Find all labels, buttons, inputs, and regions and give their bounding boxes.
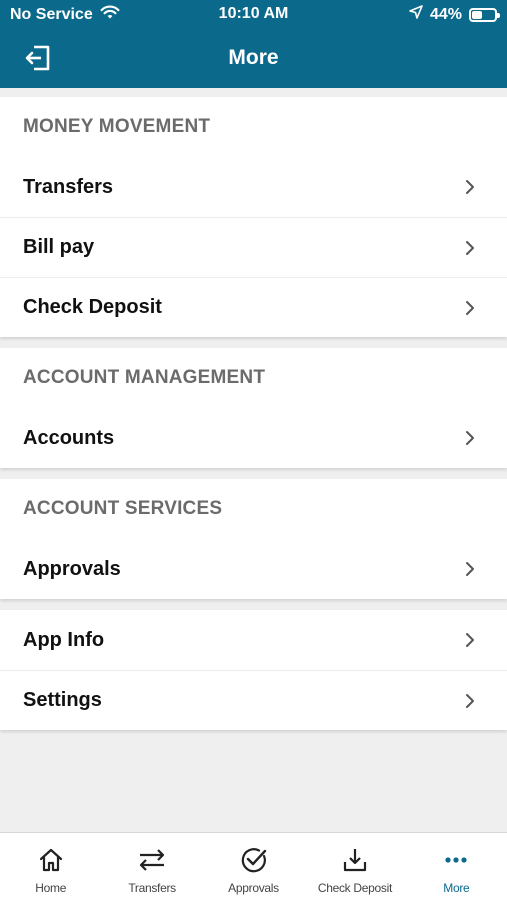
chevron-right-icon	[463, 299, 477, 317]
chevron-right-icon	[463, 239, 477, 257]
more-dots-icon	[441, 845, 471, 875]
transfer-arrows-icon	[137, 845, 167, 875]
money-movement-section: MONEY MOVEMENT Transfers Bill pay Check …	[0, 97, 507, 337]
account-management-section: ACCOUNT MANAGEMENT Accounts	[0, 348, 507, 468]
check-circle-icon	[239, 845, 269, 875]
bottom-tab-bar: Home Transfers Approvals Check Deposit M…	[0, 832, 507, 900]
menu-item-check-deposit[interactable]: Check Deposit	[0, 277, 507, 337]
section-title: MONEY MOVEMENT	[23, 116, 211, 137]
menu-item-label: Settings	[23, 689, 102, 711]
tab-label: Transfers	[128, 881, 176, 895]
chevron-right-icon	[463, 560, 477, 578]
tab-label: Home	[35, 881, 67, 895]
menu-item-label: Approvals	[23, 557, 121, 580]
menu-item-accounts[interactable]: Accounts	[0, 408, 507, 468]
location-arrow-icon	[409, 5, 423, 24]
download-tray-icon	[340, 845, 370, 875]
misc-section: App Info Settings	[0, 610, 507, 730]
tab-check-deposit[interactable]: Check Deposit	[304, 833, 405, 900]
section-title: ACCOUNT MANAGEMENT	[23, 367, 266, 388]
tab-approvals[interactable]: Approvals	[203, 833, 304, 900]
tab-more[interactable]: More	[406, 833, 507, 900]
menu-item-settings[interactable]: Settings	[0, 670, 507, 730]
menu-item-transfers[interactable]: Transfers	[0, 157, 507, 217]
tab-transfers[interactable]: Transfers	[101, 833, 202, 900]
battery-level-fill	[472, 10, 482, 19]
chevron-right-icon	[463, 692, 477, 710]
menu-item-label: Accounts	[23, 426, 115, 449]
chevron-right-icon	[463, 429, 477, 447]
menu-item-label: Bill pay	[23, 236, 95, 258]
tab-label: Check Deposit	[317, 881, 392, 895]
status-bar: No Service 10:10 AM 44%	[0, 0, 507, 30]
account-services-section: ACCOUNT SERVICES Approvals	[0, 479, 507, 599]
menu-item-bill-pay[interactable]: Bill pay	[0, 217, 507, 277]
menu-item-label: Check Deposit	[23, 296, 162, 318]
chevron-right-icon	[463, 631, 477, 649]
more-screen: No Service 10:10 AM 44% More MONEY MOVEM…	[0, 0, 507, 900]
menu-list: MONEY MOVEMENT Transfers Bill pay Check …	[0, 97, 507, 741]
tab-label: Approvals	[228, 881, 279, 895]
battery-percent: 44%	[429, 5, 462, 23]
menu-item-label: Transfers	[23, 175, 114, 198]
menu-item-approvals[interactable]: Approvals	[0, 539, 507, 599]
page-title: More	[228, 46, 279, 69]
menu-item-app-info[interactable]: App Info	[0, 610, 507, 670]
tab-home[interactable]: Home	[0, 833, 101, 900]
menu-item-label: App Info	[23, 628, 105, 651]
section-title: ACCOUNT SERVICES	[23, 498, 223, 519]
home-icon	[36, 845, 66, 875]
chevron-right-icon	[463, 178, 477, 196]
app-header: No Service 10:10 AM 44% More	[0, 0, 507, 88]
tab-label: More	[443, 881, 470, 895]
battery-icon	[469, 7, 500, 22]
